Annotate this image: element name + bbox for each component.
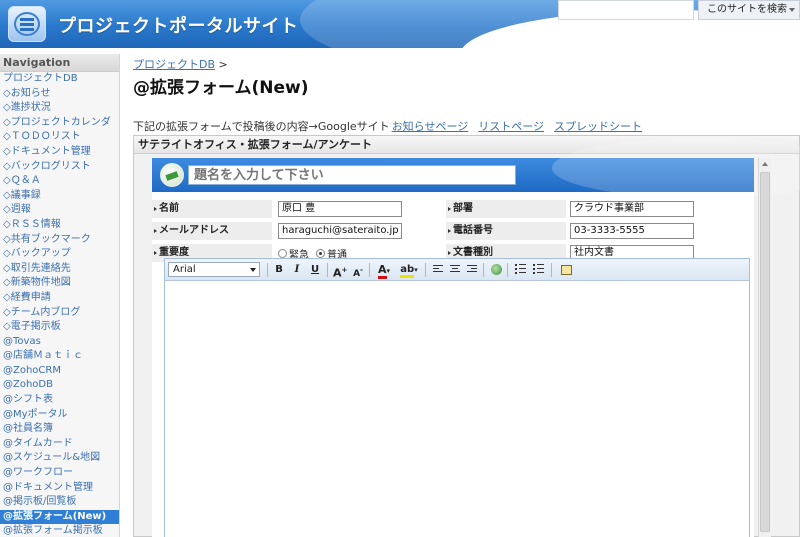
underline-button[interactable]: U [309, 263, 321, 277]
highlight-button[interactable]: ab▾ [399, 263, 419, 278]
info-link-news[interactable]: お知らせページ [392, 120, 469, 133]
form-pen-icon [160, 163, 184, 187]
align-center-icon[interactable] [450, 265, 460, 275]
nav-item[interactable]: ◇プロジェクトカレンダ [0, 116, 119, 131]
nav-item-active[interactable]: @拡張フォーム(New) [0, 509, 119, 525]
nav-item[interactable]: ◇Ｑ＆Ａ [0, 174, 119, 189]
nav-item[interactable]: プロジェクトDB [0, 72, 119, 87]
nav-item[interactable]: ◇バックアップ [0, 247, 119, 262]
nav-item[interactable]: @Tovas [0, 335, 119, 350]
nav-item[interactable]: ◇議事録 [0, 189, 119, 204]
nav-item[interactable]: ◇経費申請 [0, 291, 119, 306]
nav-item[interactable]: ◇ＲＳＳ情報 [0, 218, 119, 233]
edit-html-icon[interactable] [559, 263, 573, 277]
nav-item[interactable]: ◇電子掲示板 [0, 320, 119, 335]
breadcrumb-link[interactable]: プロジェクトDB [133, 58, 215, 71]
nav-item[interactable]: ◇新築物件地図 [0, 276, 119, 291]
nav-item[interactable]: ◇取引先連絡先 [0, 262, 119, 277]
breadcrumb: プロジェクトDB > [133, 56, 228, 72]
nav-item[interactable]: @ワークフロー [0, 466, 119, 481]
nav-item[interactable]: @ZohoDB [0, 378, 119, 393]
info-link-spreadsheet[interactable]: スプレッドシート [554, 120, 642, 133]
dept-label: 部署 [446, 200, 566, 218]
bold-button[interactable]: B [273, 263, 285, 277]
editor-body[interactable] [165, 282, 749, 537]
nav-item[interactable]: @シフト表 [0, 393, 119, 408]
info-line: 下記の拡張フォームで投稿後の内容→Googleサイト お知らせページ リストページス… [133, 118, 642, 134]
scroll-up-icon[interactable] [762, 162, 768, 166]
gadget-frame: サテライトオフィス・拡張フォーム/アンケート 名前 原口 豊 部署 クラウド事業… [133, 135, 800, 537]
nav-item[interactable]: ◇進捗状況 [0, 101, 119, 116]
nav-item[interactable]: ◇お知らせ [0, 87, 119, 102]
site-logo-icon[interactable] [8, 6, 46, 42]
info-text: 下記の拡張フォームで投稿後の内容→Googleサイト [133, 120, 390, 133]
align-left-icon[interactable] [433, 265, 443, 275]
nav-item[interactable]: @ZohoCRM [0, 364, 119, 379]
priority-normal-radio[interactable] [316, 249, 325, 258]
font-grow-glyph: A [333, 266, 342, 280]
navigation-sidebar: Navigation プロジェクトDB ◇お知らせ ◇進捗状況 ◇プロジェクトカ… [0, 54, 120, 537]
nav-item[interactable]: @スケジュール&地図 [0, 451, 119, 466]
site-title[interactable]: プロジェクトポータルサイト [58, 12, 299, 38]
email-input[interactable]: haraguchi@sateraito.jp [278, 223, 402, 239]
text-color-button[interactable]: A▾ [375, 263, 393, 279]
rich-text-editor: Arial B I U A+ A- A▾ ab▾ [164, 258, 750, 537]
nav-item[interactable]: @タイムカード [0, 437, 119, 452]
email-label: メールアドレス [152, 222, 272, 240]
chevron-down-icon [789, 8, 795, 12]
form-title-band [152, 138, 800, 198]
main-content: プロジェクトDB > @拡張フォーム(New) 下記の拡張フォームで投稿後の内容… [130, 54, 800, 537]
font-grow-button[interactable]: A+ [333, 263, 347, 280]
name-label: 名前 [152, 200, 272, 218]
breadcrumb-separator: > [218, 58, 228, 71]
nav-item[interactable]: ◇週報 [0, 203, 119, 218]
scroll-thumb[interactable] [760, 172, 770, 532]
info-link-list[interactable]: リストページ [478, 120, 544, 133]
priority-urgent-radio[interactable] [278, 249, 287, 258]
navigation-title: Navigation [0, 54, 119, 72]
page-title: @拡張フォーム(New) [133, 78, 309, 98]
numbered-list-icon[interactable] [515, 264, 526, 275]
font-shrink-glyph: A [353, 269, 361, 279]
dept-input[interactable]: クラウド事業部 [570, 201, 694, 217]
font-shrink-button[interactable]: A- [351, 263, 365, 279]
nav-item[interactable]: @店舗Ｍａｔｉｃ [0, 349, 119, 364]
bullet-list-icon[interactable] [533, 264, 544, 275]
nav-item[interactable]: ◇ドキュメント管理 [0, 145, 119, 160]
italic-button[interactable]: I [291, 263, 303, 277]
form-title-input[interactable] [188, 165, 516, 185]
highlight-glyph: ab [400, 264, 415, 278]
font-select-value: Arial [173, 264, 196, 275]
nav-item[interactable]: ◇共有ブックマーク [0, 233, 119, 248]
editor-toolbar: Arial B I U A+ A- A▾ ab▾ [165, 259, 749, 281]
insert-link-icon[interactable] [489, 263, 503, 277]
align-right-icon[interactable] [467, 265, 477, 275]
site-search-button-label: このサイトを検索 [707, 4, 787, 15]
nav-item[interactable]: ◇バックログリスト [0, 160, 119, 175]
name-input[interactable]: 原口 豊 [278, 201, 402, 217]
nav-item[interactable]: @掲示板/回覧板 [0, 495, 119, 510]
font-select[interactable]: Arial [168, 262, 260, 277]
nav-item[interactable]: @ドキュメント管理 [0, 481, 119, 496]
extended-form: 名前 原口 豊 部署 クラウド事業部 メールアドレス haraguchi@sat… [152, 138, 800, 537]
site-search-button[interactable]: このサイトを検索 [698, 0, 800, 20]
nav-item[interactable]: @Myポータル [0, 408, 119, 423]
nav-item[interactable]: @拡張フォーム掲示板 [0, 524, 119, 537]
phone-label: 電話番号 [446, 222, 566, 240]
nav-item[interactable]: ◇チーム内ブログ [0, 306, 119, 321]
nav-item[interactable]: @社員名簿 [0, 422, 119, 437]
site-search-input[interactable] [558, 0, 694, 20]
chevron-down-icon [250, 268, 256, 272]
vertical-scrollbar[interactable] [758, 158, 771, 537]
phone-input[interactable]: 03-3333-5555 [570, 223, 694, 239]
nav-item[interactable]: ◇ＴＯＤＯリスト [0, 130, 119, 145]
text-color-glyph: A [377, 263, 387, 279]
